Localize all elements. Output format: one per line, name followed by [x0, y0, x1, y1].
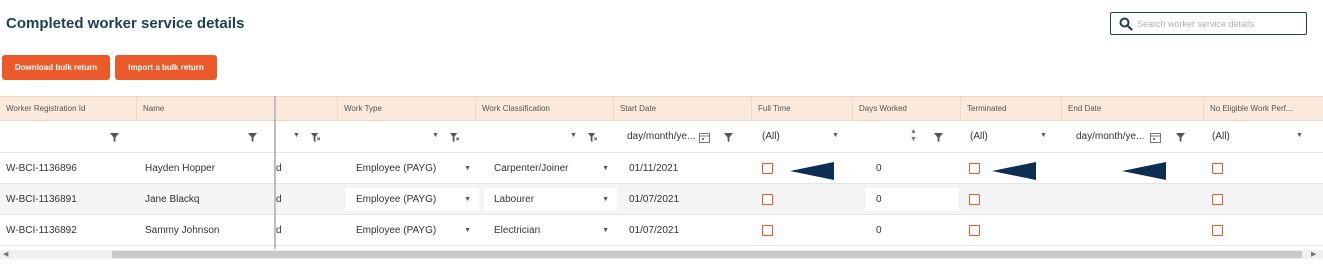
header-name[interactable]: Name	[137, 97, 275, 120]
chevron-down-icon[interactable]: ▼	[602, 227, 609, 234]
search-input[interactable]	[1137, 15, 1302, 33]
header-hidden-column[interactable]	[275, 97, 338, 120]
work-classification-select[interactable]: Electrician ▼	[484, 219, 617, 242]
header-work-type[interactable]: Work Type	[338, 97, 476, 120]
worker-id-cell: W-BCI-1136891	[6, 193, 77, 205]
start-date-cell: 01/07/2021	[629, 193, 680, 205]
table-row[interactable]: W-BCI-1136891 Jane Blackq d Employee (PA…	[0, 184, 1323, 215]
days-worked-input[interactable]: 0	[866, 188, 958, 211]
grid-filter-row: ▼ ▼ ▼ day/month/ye... (All) ▼ ▲ ▼ (All) ▼…	[0, 121, 1323, 153]
chevron-down-icon[interactable]: ▼	[464, 227, 471, 234]
terminated-filter-select[interactable]: (All)	[970, 131, 988, 142]
filter-clear-icon[interactable]	[588, 133, 597, 142]
annotation-arrow-icon	[790, 162, 834, 180]
header-days-worked[interactable]: Days Worked	[853, 97, 961, 120]
full-time-checkbox[interactable]	[762, 194, 773, 205]
header-end-date[interactable]: End Date	[1062, 97, 1204, 120]
frozen-column-divider	[274, 96, 276, 249]
no-eligible-work-checkbox[interactable]	[1212, 194, 1223, 205]
name-cell: Sammy Johnson	[145, 224, 220, 236]
full-time-checkbox[interactable]	[762, 225, 773, 236]
start-date-cell: 01/07/2021	[629, 224, 680, 236]
scrollbar-thumb[interactable]	[112, 251, 1302, 258]
name-cell: Hayden Hopper	[145, 162, 216, 174]
work-classification-filter-dropdown[interactable]: ▼	[570, 132, 577, 139]
search-box[interactable]	[1110, 12, 1307, 35]
days-worked-cell[interactable]: 0	[876, 153, 926, 183]
full-time-filter-select[interactable]: (All)	[762, 131, 780, 142]
terminated-checkbox[interactable]	[969, 163, 980, 174]
table-row[interactable]: W-BCI-1136892 Sammy Johnson d Employee (…	[0, 215, 1323, 246]
filter-icon[interactable]	[110, 133, 119, 142]
chevron-down-icon[interactable]: ▼	[464, 196, 471, 203]
filter-clear-icon[interactable]	[311, 133, 320, 142]
work-classification-select[interactable]: Carpenter/Joiner ▼	[484, 157, 617, 180]
no-eligible-work-filter-select[interactable]: (All)	[1212, 131, 1230, 142]
end-date-filter-input[interactable]: day/month/ye...	[1076, 131, 1144, 142]
partial-cell: d	[276, 162, 282, 174]
dropdown-arrow-icon[interactable]: ▼	[293, 132, 300, 139]
header-terminated[interactable]: Terminated	[961, 97, 1062, 120]
filter-icon[interactable]	[248, 133, 257, 142]
work-classification-select[interactable]: Labourer ▼	[484, 188, 617, 211]
calendar-icon[interactable]	[1150, 132, 1161, 143]
work-classification-value: Labourer	[494, 194, 535, 205]
search-icon	[1119, 17, 1133, 31]
worker-id-cell: W-BCI-1136892	[6, 224, 77, 236]
header-work-classification[interactable]: Work Classification	[476, 97, 614, 120]
scroll-left-icon[interactable]: ◀	[3, 250, 8, 258]
import-bulk-return-button[interactable]: Import a bulk return	[115, 55, 217, 80]
annotation-arrow-icon	[992, 162, 1036, 180]
worker-service-grid: Worker Registration Id Name Work Type Wo…	[0, 96, 1323, 249]
download-bulk-return-button[interactable]: Download bulk return	[2, 55, 110, 80]
full-time-checkbox[interactable]	[762, 163, 773, 174]
no-eligible-work-checkbox[interactable]	[1212, 225, 1223, 236]
chevron-down-icon[interactable]: ▼	[832, 132, 839, 139]
chevron-down-icon[interactable]: ▼	[602, 196, 609, 203]
terminated-checkbox[interactable]	[969, 225, 980, 236]
no-eligible-work-checkbox[interactable]	[1212, 163, 1223, 174]
work-type-value: Employee (PAYG)	[356, 194, 437, 205]
work-classification-value: Electrician	[494, 225, 541, 236]
header-no-eligible-work[interactable]: No Eligible Work Perf...	[1204, 97, 1323, 120]
days-worked-value: 0	[876, 194, 882, 205]
filter-icon[interactable]	[934, 133, 943, 142]
calendar-icon[interactable]	[699, 132, 710, 143]
work-type-select[interactable]: Employee (PAYG) ▼	[346, 219, 479, 242]
chevron-down-icon[interactable]: ▼	[602, 165, 609, 172]
header-full-time[interactable]: Full Time	[752, 97, 853, 120]
work-type-select[interactable]: Employee (PAYG) ▼	[346, 157, 479, 180]
work-classification-value: Carpenter/Joiner	[494, 163, 569, 174]
annotation-arrow-icon	[1122, 162, 1166, 180]
grid-header-row: Worker Registration Id Name Work Type Wo…	[0, 96, 1323, 121]
spinner-icon[interactable]: ▲ ▼	[910, 128, 917, 144]
name-cell: Jane Blackq	[145, 193, 200, 205]
toolbar: Completed worker service details Downloa…	[0, 0, 1323, 96]
filter-clear-icon[interactable]	[450, 133, 459, 142]
chevron-down-icon[interactable]: ▼	[1296, 132, 1303, 139]
header-worker-registration-id[interactable]: Worker Registration Id	[0, 97, 137, 120]
chevron-down-icon[interactable]: ▼	[1040, 132, 1047, 139]
header-start-date[interactable]: Start Date	[614, 97, 752, 120]
horizontal-scrollbar[interactable]: ◀ ▶	[0, 250, 1323, 259]
work-type-value: Employee (PAYG)	[356, 163, 437, 174]
filter-icon[interactable]	[1176, 133, 1185, 142]
work-type-select[interactable]: Employee (PAYG) ▼	[346, 188, 479, 211]
partial-cell: d	[276, 224, 282, 236]
days-worked-cell[interactable]: 0	[876, 215, 926, 245]
worker-id-cell: W-BCI-1136896	[6, 162, 77, 174]
chevron-down-icon[interactable]: ▼	[464, 165, 471, 172]
scroll-right-icon[interactable]: ▶	[1311, 250, 1316, 258]
start-date-cell: 01/11/2021	[629, 162, 679, 174]
terminated-checkbox[interactable]	[969, 194, 980, 205]
work-type-filter-dropdown[interactable]: ▼	[432, 132, 439, 139]
page-title: Completed worker service details	[6, 15, 245, 32]
partial-cell: d	[276, 193, 282, 205]
filter-icon[interactable]	[724, 133, 733, 142]
work-type-value: Employee (PAYG)	[356, 225, 437, 236]
start-date-filter-input[interactable]: day/month/ye...	[627, 131, 695, 142]
